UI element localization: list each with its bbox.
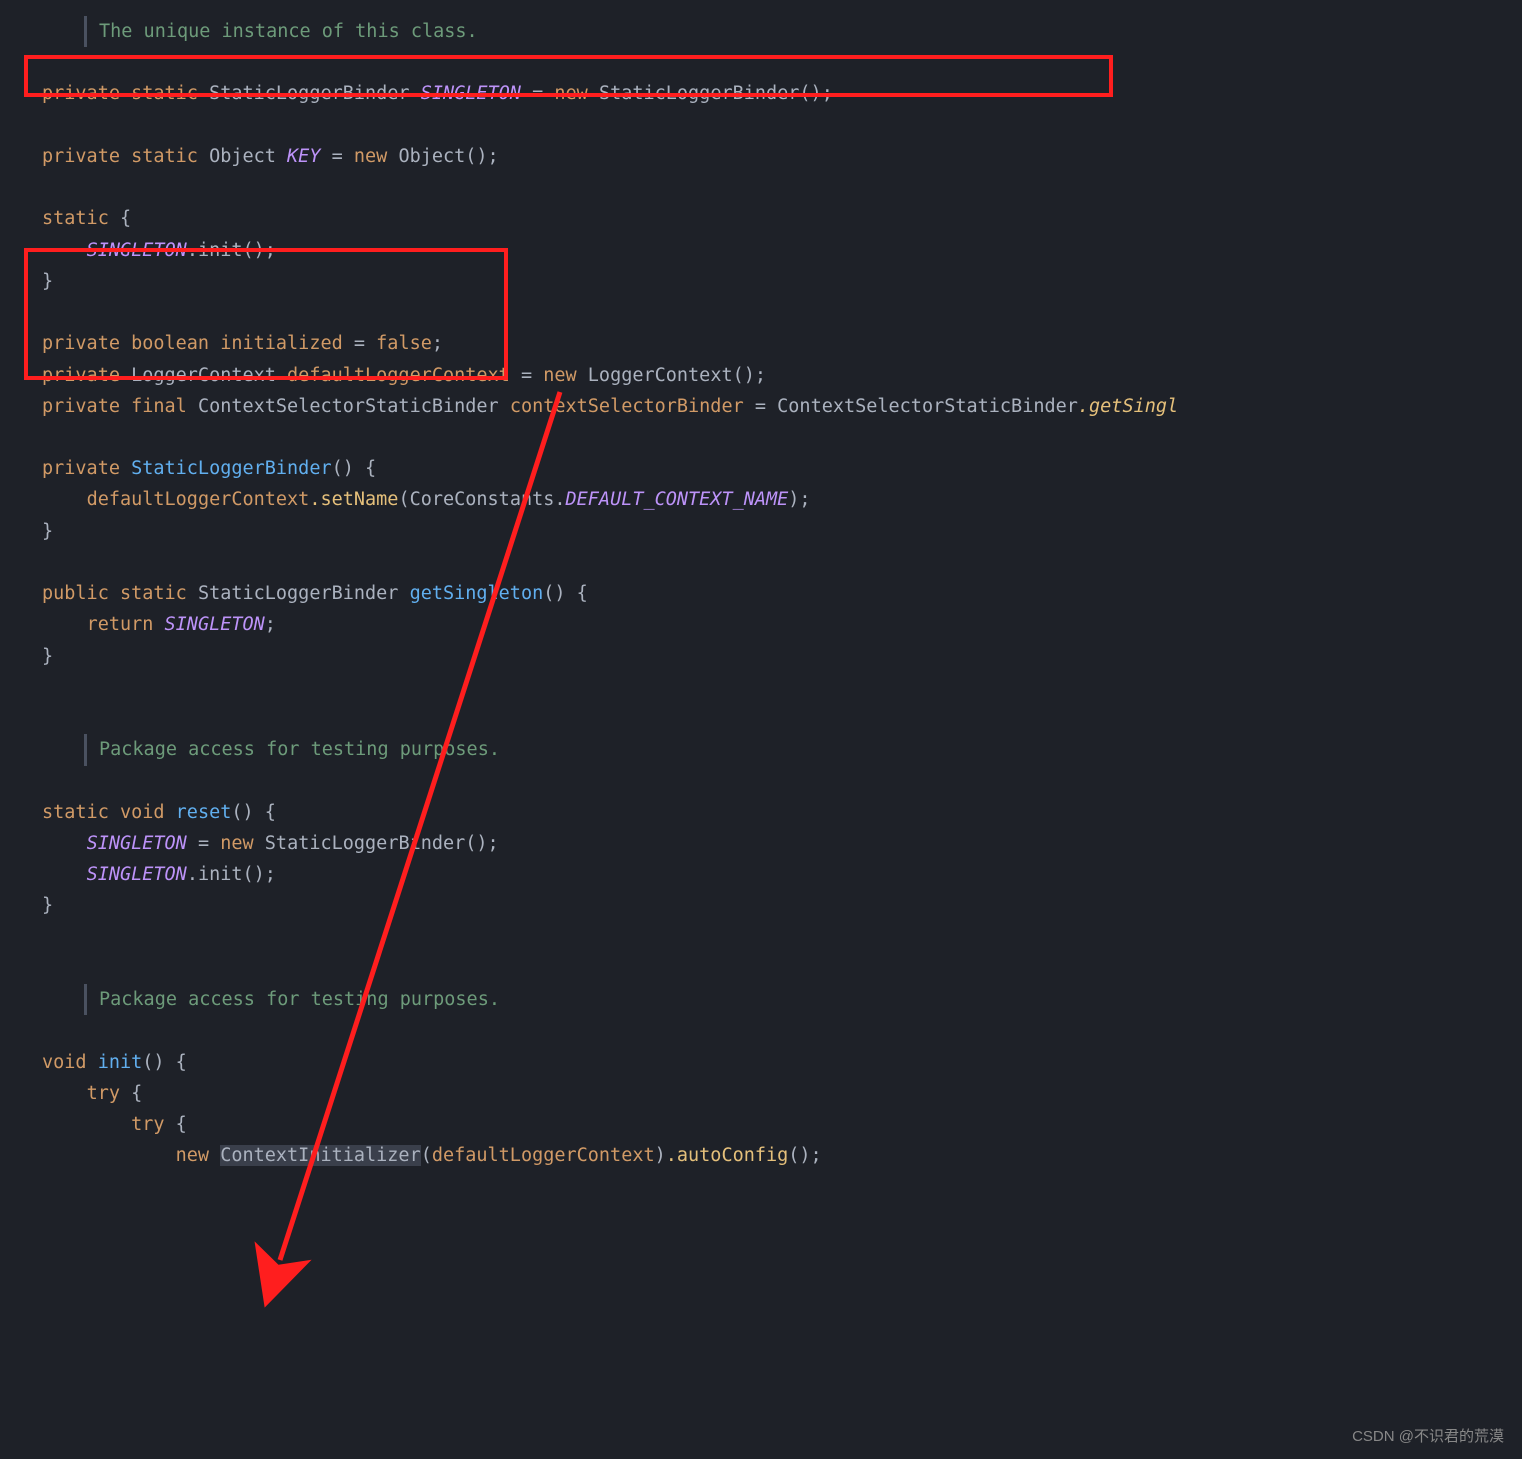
code-line[interactable] xyxy=(0,703,1522,734)
code-line[interactable]: try { xyxy=(0,1078,1522,1109)
code-line[interactable]: static void reset() { xyxy=(0,797,1522,828)
code-line[interactable] xyxy=(0,47,1522,78)
code-line[interactable]: } xyxy=(0,641,1522,672)
watermark: CSDN @不识君的荒漠 xyxy=(1352,1424,1504,1449)
code-line[interactable]: static { xyxy=(0,203,1522,234)
code-line[interactable]: void init() { xyxy=(0,1047,1522,1078)
code-line[interactable] xyxy=(0,172,1522,203)
code-line[interactable] xyxy=(0,297,1522,328)
code-line[interactable] xyxy=(0,953,1522,984)
code-line[interactable]: } xyxy=(0,516,1522,547)
code-line[interactable] xyxy=(0,547,1522,578)
doc-comment: Package access for testing purposes. xyxy=(84,734,500,765)
doc-comment: The unique instance of this class. xyxy=(84,16,478,47)
code-line[interactable]: private static Object KEY = new Object()… xyxy=(0,141,1522,172)
code-line[interactable] xyxy=(0,110,1522,141)
code-line[interactable]: return SINGLETON; xyxy=(0,609,1522,640)
code-line[interactable]: } xyxy=(0,266,1522,297)
code-line[interactable]: private StaticLoggerBinder() { xyxy=(0,453,1522,484)
code-line[interactable]: SINGLETON = new StaticLoggerBinder(); xyxy=(0,828,1522,859)
code-line[interactable]: private static StaticLoggerBinder SINGLE… xyxy=(0,78,1522,109)
code-line[interactable]: SINGLETON.init(); xyxy=(0,859,1522,890)
code-line[interactable] xyxy=(0,672,1522,703)
code-line[interactable]: try { xyxy=(0,1109,1522,1140)
code-line[interactable] xyxy=(0,422,1522,453)
code-line[interactable] xyxy=(0,922,1522,953)
code-line[interactable]: defaultLoggerContext.setName(CoreConstan… xyxy=(0,484,1522,515)
code-line[interactable]: private final ContextSelectorStaticBinde… xyxy=(0,391,1522,422)
code-line[interactable]: SINGLETON.init(); xyxy=(0,235,1522,266)
code-line[interactable] xyxy=(0,1015,1522,1046)
code-line[interactable]: new ContextInitializer(defaultLoggerCont… xyxy=(0,1140,1522,1171)
code-line[interactable]: private LoggerContext defaultLoggerConte… xyxy=(0,360,1522,391)
code-line[interactable]: public static StaticLoggerBinder getSing… xyxy=(0,578,1522,609)
code-line[interactable]: } xyxy=(0,890,1522,921)
code-editor[interactable]: The unique instance of this class. priva… xyxy=(0,0,1522,1172)
code-line[interactable]: private boolean initialized = false; xyxy=(0,328,1522,359)
code-line[interactable] xyxy=(0,766,1522,797)
doc-comment: Package access for testing purposes. xyxy=(84,984,500,1015)
